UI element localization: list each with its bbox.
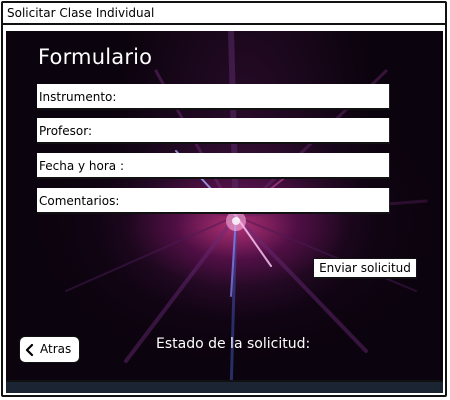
datetime-label: Fecha y hora :: [39, 159, 125, 173]
app-window: Solicitar Clase Individual Formulario In…: [1, 1, 447, 397]
instrument-label: Instrumento:: [39, 90, 117, 104]
back-button[interactable]: Atras: [19, 336, 80, 363]
back-button-label: Atras: [40, 342, 72, 356]
comments-field[interactable]: Comentarios:: [37, 188, 390, 214]
window-titlebar: Solicitar Clase Individual: [3, 3, 445, 25]
chevron-left-icon: [25, 344, 34, 356]
bottom-bar: [6, 380, 443, 393]
comments-label: Comentarios:: [39, 194, 120, 208]
instrument-field[interactable]: Instrumento:: [37, 84, 390, 110]
window-title: Solicitar Clase Individual: [7, 6, 155, 20]
teacher-field[interactable]: Profesor:: [37, 118, 390, 144]
form-screen: Formulario Instrumento: Profesor: Fecha …: [6, 31, 443, 393]
request-status-label: Estado de la solicitud:: [156, 336, 311, 352]
teacher-label: Profesor:: [39, 124, 93, 138]
datetime-field[interactable]: Fecha y hora :: [37, 153, 390, 179]
form-heading: Formulario: [38, 45, 153, 69]
send-request-button[interactable]: Enviar solicitud: [313, 258, 417, 279]
